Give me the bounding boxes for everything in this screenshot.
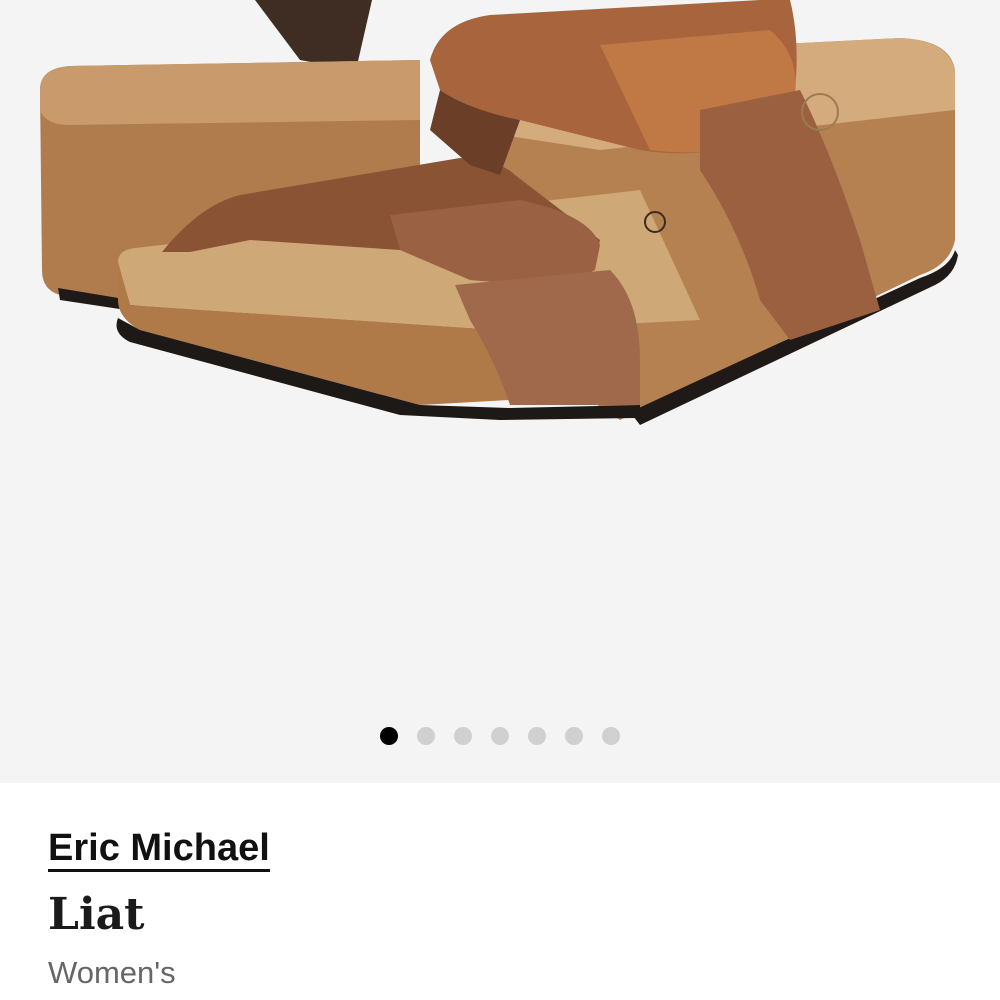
product-name: Liat — [48, 889, 145, 940]
gallery-dot-5[interactable] — [528, 727, 546, 745]
gallery-dot-6[interactable] — [565, 727, 583, 745]
gallery-dot-7[interactable] — [602, 727, 620, 745]
gallery-dot-1[interactable] — [380, 727, 398, 745]
gallery-pagination — [0, 726, 1000, 746]
gallery-dot-2[interactable] — [417, 727, 435, 745]
product-image[interactable] — [0, 0, 1000, 783]
gallery-dot-4[interactable] — [491, 727, 509, 745]
brand-link[interactable]: Eric Michael — [48, 828, 270, 872]
gallery-dot-3[interactable] — [454, 727, 472, 745]
product-gender: Women's — [48, 955, 176, 990]
product-image-gallery[interactable] — [0, 0, 1000, 783]
